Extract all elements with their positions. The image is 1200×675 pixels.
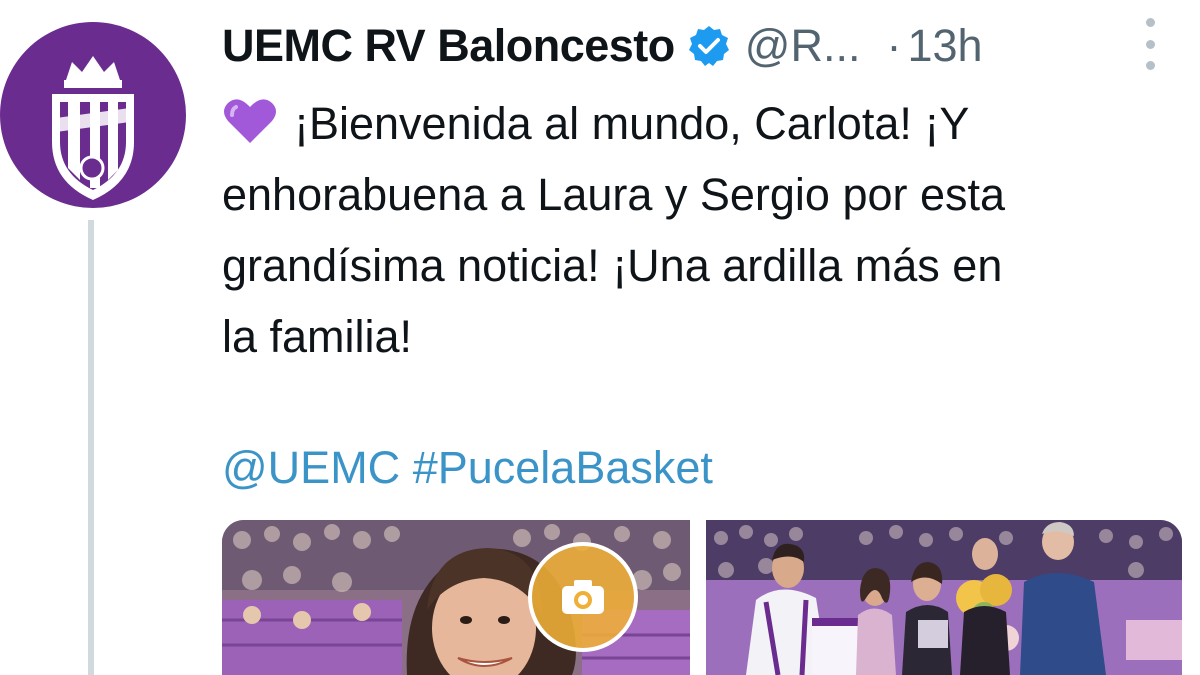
hashtag-link[interactable]: #PucelaBasket bbox=[413, 442, 713, 493]
separator-dot: · bbox=[886, 20, 902, 71]
purple-heart-icon bbox=[224, 99, 276, 143]
author-handle[interactable]: @R... bbox=[745, 20, 861, 72]
mention-link[interactable]: @UEMC bbox=[222, 442, 400, 493]
verified-badge-icon[interactable] bbox=[687, 24, 731, 68]
tweet-tags: @UEMC #PucelaBasket bbox=[222, 432, 713, 503]
tweet-text-line-4: la familia! bbox=[222, 311, 413, 362]
avatar[interactable] bbox=[0, 22, 186, 208]
thread-line bbox=[88, 220, 94, 675]
tweet-media bbox=[222, 520, 1182, 675]
media-photo-2[interactable] bbox=[706, 520, 1182, 675]
club-crest-icon bbox=[52, 56, 134, 200]
tweet-timestamp[interactable]: 13h bbox=[907, 20, 982, 72]
tweet-header: UEMC RV Baloncesto @R... · 13h bbox=[222, 18, 983, 74]
tweet-text-line-2: enhorabuena a Laura y Sergio por esta bbox=[222, 169, 1006, 220]
tweet-text-line-3: grandísima noticia! ¡Una ardilla más en bbox=[222, 240, 1003, 291]
tweet-text: ¡Bienvenida al mundo, Carlota! ¡Y enhora… bbox=[222, 88, 1172, 372]
camera-icon bbox=[528, 542, 638, 652]
author-display-name[interactable]: UEMC RV Baloncesto bbox=[222, 20, 675, 72]
tweet-text-line-1: ¡Bienvenida al mundo, Carlota! ¡Y bbox=[294, 98, 970, 149]
more-options-icon[interactable] bbox=[1140, 18, 1160, 70]
media-photo-1[interactable] bbox=[222, 520, 690, 675]
tweet-text-line: ¡Bienvenida al mundo, Carlota! ¡Y bbox=[222, 88, 1172, 159]
